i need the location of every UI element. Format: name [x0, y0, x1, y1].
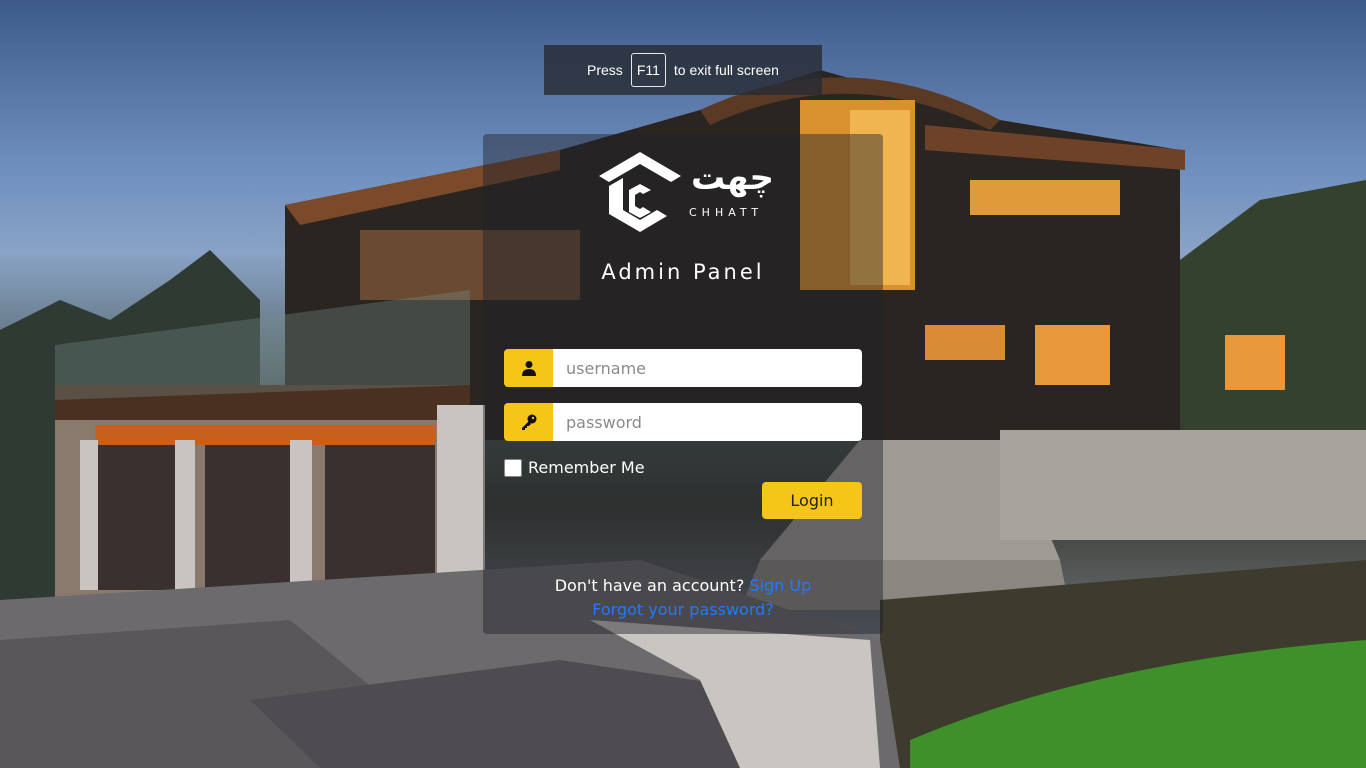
- logo-urdu-text: چھت: [691, 158, 774, 198]
- username-field-group: [504, 349, 862, 387]
- house-c-logo-icon: [599, 152, 681, 232]
- forgot-password-link[interactable]: Forgot your password?: [592, 600, 774, 619]
- fullscreen-notice: Press F11 to exit full screen: [544, 45, 822, 95]
- fullscreen-notice-after: to exit full screen: [673, 62, 779, 78]
- fullscreen-notice-before: Press: [587, 62, 623, 78]
- password-input[interactable]: [553, 403, 862, 441]
- username-input[interactable]: [553, 349, 862, 387]
- logo-latin-text: CHHATT: [689, 206, 764, 219]
- login-panel: چھت CHHATT Admin Panel Remember Me Login: [483, 134, 883, 634]
- panel-title: Admin Panel: [601, 260, 765, 284]
- f11-key-label: F11: [630, 53, 666, 87]
- no-account-text: Don't have an account?: [554, 576, 745, 595]
- chhatt-logo: چھت CHHATT: [595, 146, 775, 236]
- sign-up-link[interactable]: Sign Up: [749, 576, 811, 595]
- account-links: Don't have an account? Sign Up Forgot yo…: [483, 574, 883, 622]
- key-icon: [504, 403, 553, 441]
- remember-me-label: Remember Me: [528, 458, 645, 477]
- user-icon: [504, 349, 553, 387]
- remember-me[interactable]: Remember Me: [504, 458, 645, 477]
- remember-me-checkbox[interactable]: [504, 458, 522, 477]
- login-button[interactable]: Login: [762, 482, 862, 519]
- password-field-group: [504, 403, 862, 441]
